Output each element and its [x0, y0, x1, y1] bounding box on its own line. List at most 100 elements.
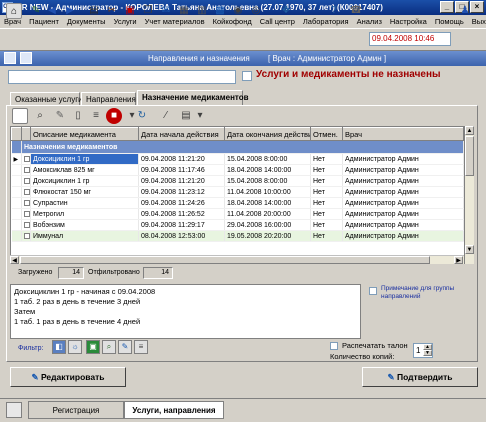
minimize-button[interactable]: _ [440, 1, 454, 13]
row-checkbox[interactable] [24, 155, 30, 162]
table-row[interactable]: Флюкостат 150 мг 09.04.2008 11:23:12 11.04… [11, 186, 464, 198]
group-label: Назначения медикаментов [21, 140, 464, 154]
edit-icon[interactable]: ✎ [52, 108, 68, 124]
row-checkbox[interactable] [24, 177, 30, 184]
list-icon[interactable]: ≡ [88, 108, 104, 124]
loaded-label: Загружено [18, 269, 53, 276]
filter-week-icon[interactable]: ▣ [86, 340, 100, 354]
table-row[interactable]: Супрастин 09.04.2008 11:24:26 18.04.2008 1… [11, 197, 464, 209]
document-icon [4, 52, 16, 64]
document-icon[interactable]: ▣ [122, 3, 138, 19]
settings-icon[interactable]: ❖ [278, 3, 294, 19]
patient-field[interactable] [8, 70, 236, 84]
column-indicator [11, 127, 22, 141]
column-check [21, 127, 31, 141]
doctor-label: [ Врач : Администратор Админ ] [268, 54, 387, 63]
medications-grid: Описание медикамента Дата начала действи… [10, 126, 474, 264]
pencil-icon[interactable]: ⁄ [158, 108, 174, 124]
home-icon[interactable]: ⌂ [6, 3, 22, 19]
grid-icon[interactable]: ▩ [212, 3, 228, 19]
user-icon[interactable]: ♟ [457, 3, 473, 19]
cut-icon[interactable]: ✂ [104, 3, 120, 19]
back-arrow-icon[interactable]: ◀ [44, 3, 60, 19]
scroll-right-icon[interactable]: ▶ [454, 256, 463, 264]
scroll-down-icon[interactable]: ▼ [465, 245, 474, 254]
loaded-count: 14 [58, 267, 84, 279]
filtered-label: Отфильтровано [88, 269, 140, 276]
row-checkbox[interactable] [24, 199, 30, 206]
print-icon[interactable]: ▤ [86, 3, 102, 19]
tab-referrals[interactable]: Направления [81, 92, 136, 106]
disk-icon[interactable]: ◎ [248, 3, 264, 19]
folder-icon [20, 52, 32, 64]
edit-button[interactable]: ✎ Редактировать [10, 367, 126, 387]
filter-all-icon[interactable]: ◧ [52, 340, 66, 354]
row-indicator-icon: ▶ [11, 153, 22, 165]
phone-icon[interactable]: ☎ [348, 3, 364, 19]
delete-icon[interactable]: ▯ [70, 108, 86, 124]
scroll-thumb[interactable] [465, 136, 474, 176]
stop-icon[interactable]: ■ [106, 108, 122, 124]
warning-text: Услуги и медикаменты не назначены [256, 69, 441, 80]
tab-medications[interactable]: Назначение медикаментов [137, 90, 249, 106]
column-doctor[interactable]: Врач [342, 127, 464, 141]
filter-label: Фильтр: [18, 345, 44, 352]
chevron-down-icon[interactable]: ▾ [192, 108, 208, 124]
stepper-down-icon[interactable]: ▼ [423, 350, 432, 356]
row-checkbox[interactable] [24, 210, 30, 217]
new-document-icon[interactable] [12, 108, 28, 124]
chart-icon[interactable]: ▥ [194, 3, 210, 19]
horizontal-scrollbar[interactable]: ◀ ▶ [10, 255, 464, 264]
filter-search-icon[interactable]: ⌕ [102, 340, 116, 354]
pen-icon: ✎ [31, 372, 41, 382]
pen-icon: ✎ [387, 372, 397, 382]
table-row[interactable]: Доксициклин 1 гр 09.04.2008 11:21:20 15.04… [11, 175, 464, 187]
group-note-checkbox[interactable] [369, 287, 377, 295]
copies-stepper[interactable]: ▲ ▼ [423, 344, 432, 357]
tab-registration[interactable]: Регистрация [28, 401, 124, 419]
refresh-icon[interactable]: ↻ [134, 108, 150, 124]
camera-icon[interactable]: ◉ [230, 3, 246, 19]
column-description[interactable]: Описание медикамента [30, 127, 139, 141]
wrench-icon[interactable]: ✎ [28, 3, 44, 19]
group-note-label[interactable]: Примечание для группы направлений [381, 285, 479, 301]
table-row[interactable]: Амоксиклав 825 мг 09.04.2008 11:17:46 18.0… [11, 164, 464, 176]
forward-arrow-icon[interactable]: ▶ [62, 3, 78, 19]
table-row[interactable]: Метрогил 09.04.2008 11:26:52 11.04.2008 20… [11, 208, 464, 220]
scroll-left-icon[interactable]: ◀ [10, 256, 19, 264]
copies-label: Количество копий: [330, 352, 395, 361]
column-start-date[interactable]: Дата начала действия [138, 127, 225, 141]
row-checkbox[interactable] [24, 188, 30, 195]
filter-day-icon[interactable]: ☼ [68, 340, 82, 354]
row-checkbox[interactable] [24, 232, 30, 239]
hscroll-thumb[interactable] [20, 256, 430, 264]
mail-icon[interactable]: ✉ [158, 3, 174, 19]
menu-settings[interactable]: Настройка [386, 15, 431, 28]
tab-provided-services[interactable]: Оказанные услуги [10, 92, 83, 106]
filter-edit-icon[interactable]: ✎ [118, 340, 132, 354]
computer-icon[interactable] [6, 402, 22, 418]
header-band: Направления и назначения [ Врач : Админи… [0, 51, 486, 66]
table-row[interactable]: Вобэнзим 09.04.2008 11:29:17 29.04.2008 16… [11, 219, 464, 231]
scroll-up-icon[interactable]: ▲ [465, 126, 474, 135]
column-end-date[interactable]: Дата окончания действия [224, 127, 311, 141]
column-cancelled[interactable]: Отмен. [310, 127, 343, 141]
warning-checkbox[interactable] [242, 71, 252, 81]
image-icon[interactable]: ▦ [176, 3, 192, 19]
datetime-field[interactable]: 09.04.2008 10:46 [369, 32, 451, 46]
search-icon[interactable]: ⌕ [32, 108, 48, 124]
confirm-button[interactable]: ✎ Подтвердить [362, 367, 478, 387]
group-row[interactable]: Назначения медикаментов [11, 140, 464, 154]
notes-textarea[interactable]: Доксициклин 1 гр - начиная с 09.04.2008 … [10, 284, 361, 339]
table-row[interactable]: Иммунал 08.04.2008 12:53:00 19.05.2008 20:… [11, 230, 464, 242]
print-ticket-checkbox[interactable] [330, 342, 338, 350]
tab-services-referrals[interactable]: Услуги, направления [124, 401, 224, 419]
copy-icon[interactable]: ❐ [140, 3, 156, 19]
row-checkbox[interactable] [24, 166, 30, 173]
vertical-scrollbar[interactable]: ▲ ▼ [464, 126, 474, 264]
table-row[interactable]: ▶ Доксициклин 1 гр 09.04.2008 11:21:20 15.0… [11, 153, 464, 165]
filter-list-icon[interactable]: ≡ [134, 340, 148, 354]
help-icon[interactable]: ? [326, 3, 342, 19]
filtered-count: 14 [143, 267, 173, 279]
row-checkbox[interactable] [24, 221, 30, 228]
